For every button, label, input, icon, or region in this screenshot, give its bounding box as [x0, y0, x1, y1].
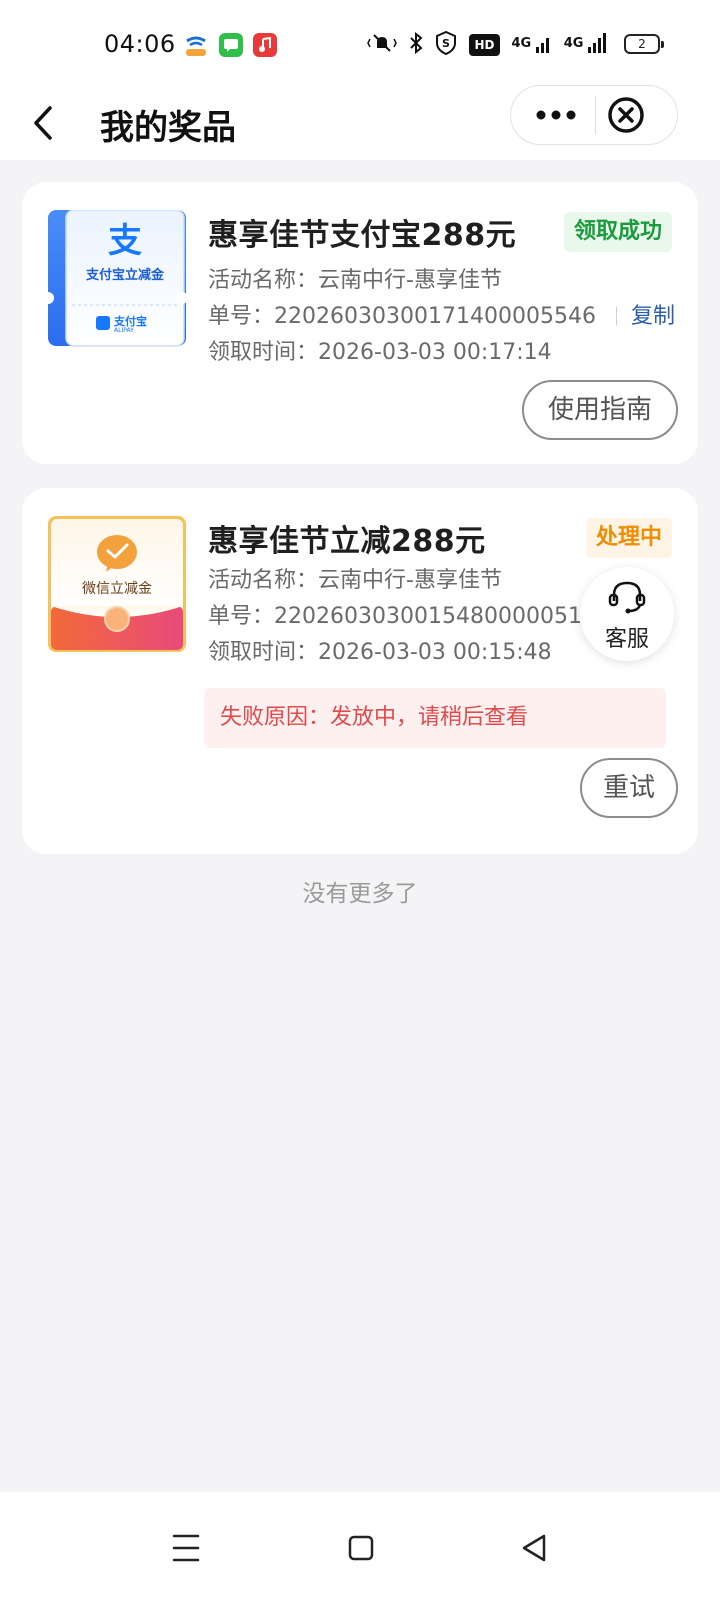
- page-header: 我的奖品: [0, 85, 720, 160]
- thumb-label: 微信立减金: [82, 581, 152, 597]
- time-row: 领取时间：2026-03-03 00:17:14: [208, 334, 552, 366]
- headset-icon: [608, 581, 646, 614]
- hamburger-icon: [172, 1534, 200, 1562]
- thumb-label: 支付宝立减金: [85, 268, 164, 283]
- messages-icon: [219, 33, 243, 57]
- activity-label: 活动名称：: [208, 268, 319, 293]
- status-time: 04:06: [104, 30, 176, 58]
- close-button[interactable]: [593, 86, 677, 144]
- time-label: 领取时间：: [208, 340, 319, 365]
- status-badge: 领取成功: [563, 212, 672, 252]
- activity-value: 云南中行-惠享佳节: [318, 268, 502, 293]
- menu-nav-button[interactable]: [156, 1516, 216, 1576]
- mute-vibrate-icon: [367, 32, 398, 59]
- svg-text:支: 支: [108, 221, 142, 261]
- order-label: 单号：: [208, 304, 275, 329]
- status-bar: 04:06 S HD 4G 4G 2: [0, 0, 720, 88]
- shield-s-icon: S: [435, 30, 457, 60]
- prize-card: 微信立减金 惠享佳节立减288元 处理中 活动名称：云南中行-惠享佳节 单号：2…: [22, 488, 698, 854]
- activity-row: 活动名称：云南中行-惠享佳节: [208, 262, 502, 294]
- order-label: 单号：: [208, 604, 275, 629]
- close-circle-icon: [608, 97, 644, 133]
- time-value: 2026-03-03 00:17:14: [318, 340, 552, 365]
- music-icon: [253, 33, 277, 57]
- order-row: 单号：2202603030015480000051​8: [208, 598, 596, 630]
- order-value: 2202603030015480000051​8: [274, 604, 596, 629]
- no-more-text: 没有更多了: [302, 881, 418, 907]
- order-row: 单号：2202603030017140000554​6 复制: [208, 298, 675, 330]
- system-nav-bar: [0, 1492, 720, 1600]
- time-label: 领取时间：: [208, 640, 319, 665]
- prize-title: 惠享佳节立减288元: [208, 524, 486, 559]
- square-home-icon: [348, 1535, 374, 1561]
- copy-divider: [615, 307, 617, 325]
- bluetooth-icon: [409, 31, 423, 59]
- customer-service-button[interactable]: 客服: [580, 567, 674, 661]
- back-nav-button[interactable]: [506, 1516, 566, 1576]
- more-dots-icon: [536, 110, 576, 120]
- retry-button[interactable]: 重试: [580, 758, 678, 818]
- china-telecom-icon: [183, 33, 207, 57]
- activity-label: 活动名称：: [208, 568, 319, 593]
- alipay-coupon-thumbnail: 支 支付宝立减金 支付宝 ALIPAY: [42, 209, 188, 348]
- prize-card: 支 支付宝立减金 支付宝 ALIPAY 惠享佳节支付宝288元 领取成功 活动名…: [22, 182, 698, 464]
- hd-badge: HD: [469, 34, 500, 56]
- battery-icon: 2: [624, 34, 664, 54]
- triangle-back-icon: [522, 1534, 546, 1562]
- chevron-left-icon: [34, 106, 52, 140]
- wechat-coupon-thumbnail: 微信立减金: [48, 516, 186, 654]
- activity-value: 云南中行-惠享佳节: [318, 568, 502, 593]
- mini-program-capsule: [510, 85, 678, 145]
- thumb-brand-en: ALIPAY: [114, 327, 134, 334]
- status-indicators: S HD 4G 4G: [367, 30, 608, 60]
- time-row: 领取时间：2026-03-03 00:15:48: [208, 634, 552, 666]
- signal-4g-1-icon: 4G: [512, 33, 552, 57]
- page-title: 我的奖品: [100, 108, 236, 148]
- more-button[interactable]: [511, 86, 595, 144]
- usage-guide-button[interactable]: 使用指南: [522, 380, 678, 440]
- customer-service-label: 客服: [604, 627, 649, 652]
- status-badge: 处理中: [585, 518, 672, 558]
- copy-button[interactable]: 复制: [631, 304, 675, 329]
- fail-reason: 失败原因：发放中，请稍后查看: [204, 688, 666, 748]
- order-value: 2202603030017140000554​6: [274, 304, 596, 329]
- prize-title: 惠享佳节支付宝288元: [208, 218, 517, 253]
- back-button[interactable]: [26, 98, 66, 148]
- signal-4g-2-icon: 4G: [564, 33, 608, 57]
- svg-text:S: S: [443, 37, 451, 50]
- home-nav-button[interactable]: [330, 1516, 390, 1576]
- activity-row: 活动名称：云南中行-惠享佳节: [208, 562, 502, 594]
- time-value: 2026-03-03 00:15:48: [318, 640, 552, 665]
